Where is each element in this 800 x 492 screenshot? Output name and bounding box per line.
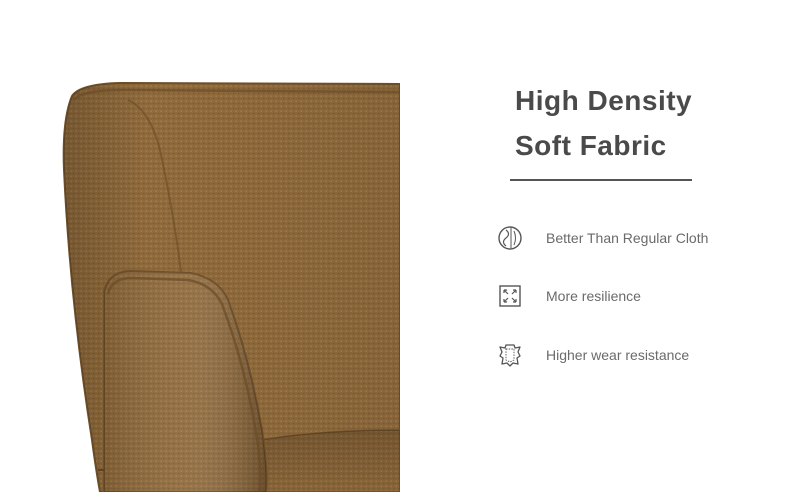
headline-line-1: High Density [515, 85, 693, 116]
heading-divider [510, 179, 692, 181]
feature-panel: High Density Soft Fabric Better Than Reg… [400, 0, 800, 492]
feature-label: More resilience [546, 288, 641, 304]
armchair-illustration [62, 81, 400, 492]
resilience-arrows-icon [497, 283, 523, 309]
leather-hide-icon [497, 342, 523, 368]
feature-item-regular-cloth: Better Than Regular Cloth [497, 223, 787, 253]
headline: High Density Soft Fabric [515, 78, 692, 168]
feature-label: Better Than Regular Cloth [546, 230, 709, 246]
feature-item-resilience: More resilience [497, 281, 787, 311]
fabric-swatch-icon [497, 225, 523, 251]
feature-label: Higher wear resistance [546, 347, 690, 363]
chair-fabric-photo [0, 0, 400, 492]
headline-line-2: Soft Fabric [515, 130, 667, 161]
feature-item-wear-resistance: Higher wear resistance [497, 340, 787, 370]
